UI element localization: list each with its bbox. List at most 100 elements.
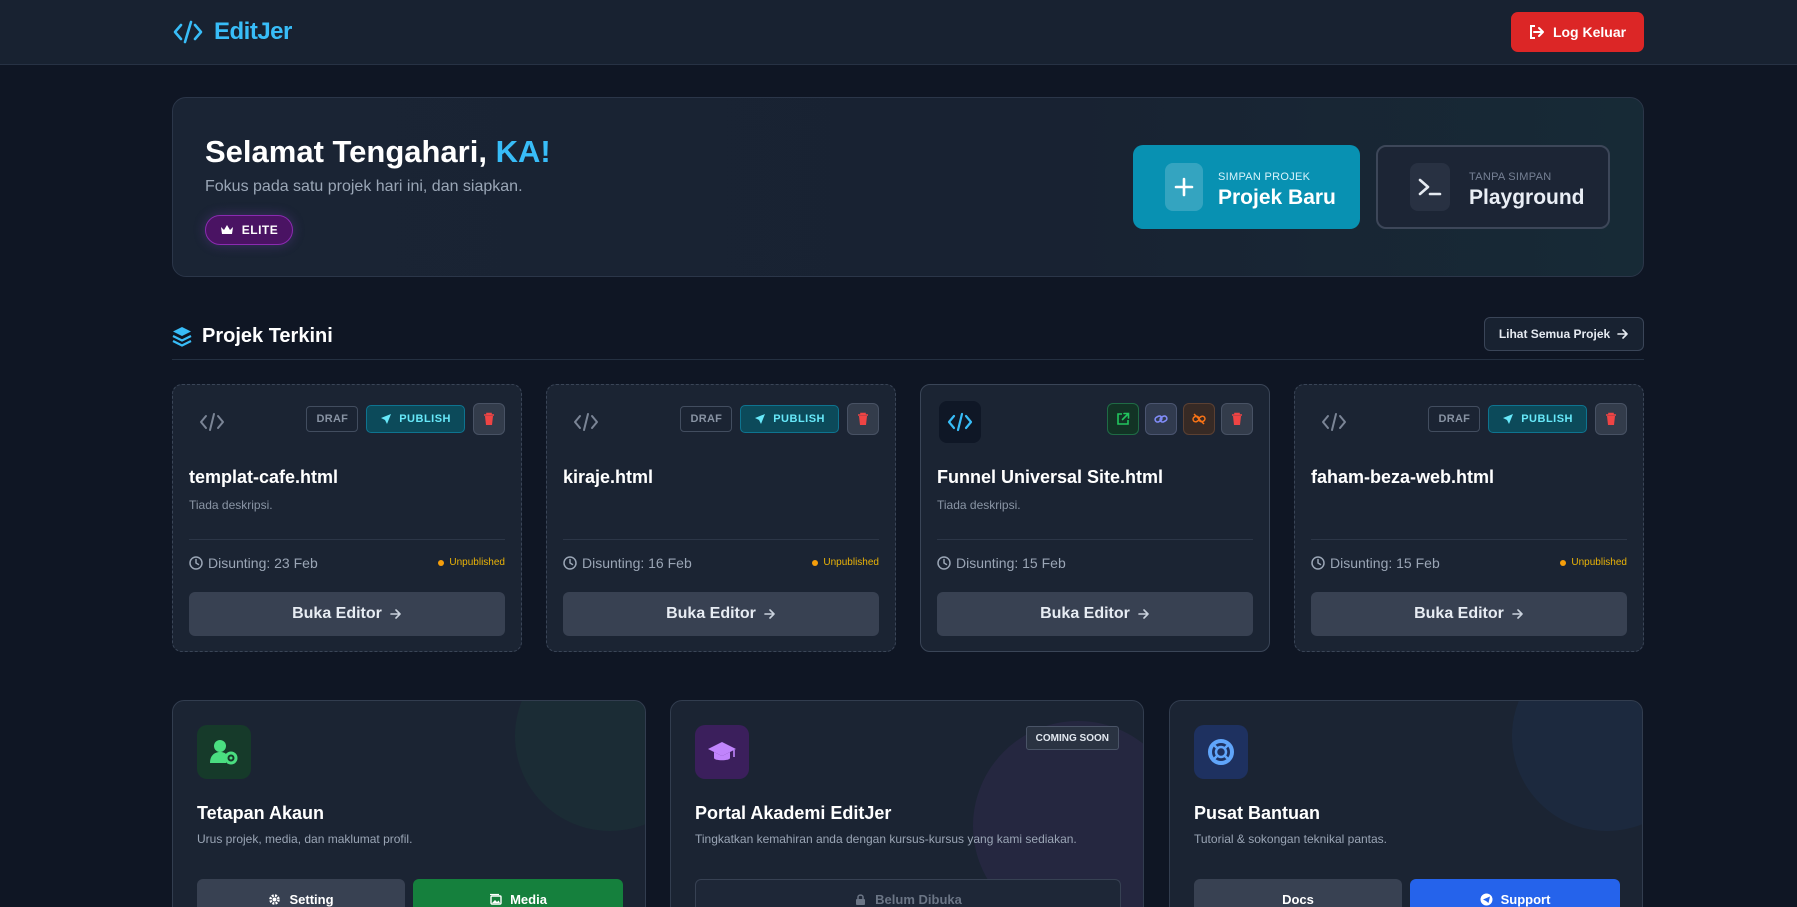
section-divider: [172, 359, 1644, 360]
arrow-right-icon: [764, 609, 775, 619]
code-icon: [565, 401, 607, 443]
decorative-circle: [515, 701, 645, 831]
account-description: Urus projek, media, dan maklumat profil.: [197, 832, 413, 846]
clock-icon: [937, 556, 951, 570]
terminal-icon: [1410, 163, 1450, 211]
arrow-right-icon: [390, 609, 401, 619]
media-button[interactable]: Media: [413, 879, 623, 907]
delete-button[interactable]: [1595, 403, 1627, 435]
clock-icon: [563, 556, 577, 570]
support-button[interactable]: Support: [1410, 879, 1620, 907]
card-divider: [1311, 539, 1627, 540]
status-badge: Unpublished: [1560, 557, 1627, 568]
unpublish-button[interactable]: [1183, 403, 1215, 435]
edited-date: Disunting: 15 Feb: [937, 555, 1066, 571]
open-editor-button[interactable]: Buka Editor: [1311, 592, 1627, 636]
open-editor-button[interactable]: Buka Editor: [563, 592, 879, 636]
trash-icon: [1232, 412, 1242, 425]
gear-icon: [269, 893, 281, 905]
docs-button[interactable]: Docs: [1194, 879, 1402, 907]
crown-icon: [220, 225, 233, 234]
publish-button[interactable]: PUBLISH: [740, 405, 839, 433]
user-gear-icon: [197, 725, 251, 779]
locked-label: Belum Dibuka: [875, 891, 962, 907]
draft-tag: DRAF: [1428, 406, 1481, 432]
see-all-projects-button[interactable]: Lihat Semua Projek: [1484, 317, 1644, 351]
status-dot: [1560, 559, 1567, 566]
edited-label: Disunting: 23 Feb: [208, 555, 318, 571]
publish-label: PUBLISH: [1521, 413, 1573, 425]
elite-badge: ELITE: [205, 215, 293, 245]
new-project-button[interactable]: SIMPAN PROJEK Projek Baru: [1133, 145, 1360, 229]
delete-button[interactable]: [847, 403, 879, 435]
draft-tag: DRAF: [306, 406, 359, 432]
elite-label: ELITE: [241, 223, 279, 237]
arrow-right-icon: [1138, 609, 1149, 619]
project-card: DRAF PUBLISH faham-beza-web.html Disunti…: [1294, 384, 1644, 652]
delete-button[interactable]: [473, 403, 505, 435]
layers-icon: [172, 326, 192, 347]
edited-label: Disunting: 15 Feb: [956, 555, 1066, 571]
academy-portal-card: COMING SOON Portal Akademi EditJer Tingk…: [670, 700, 1144, 907]
brand-name: EditJer: [214, 18, 292, 45]
status-label: Unpublished: [449, 557, 505, 568]
trash-icon: [1606, 412, 1616, 425]
status-dot: [438, 559, 445, 566]
logout-button[interactable]: Log Keluar: [1511, 12, 1644, 52]
setting-button[interactable]: Setting: [197, 879, 405, 907]
rocket-icon: [381, 414, 392, 424]
status-badge: Unpublished: [812, 557, 879, 568]
media-label: Media: [510, 891, 547, 907]
top-navbar: EditJer Log Keluar: [0, 0, 1797, 65]
open-editor-label: Buka Editor: [292, 605, 382, 622]
project-card: DRAF PUBLISH templat-cafe.html Tiada des…: [172, 384, 522, 652]
decorative-circle: [1512, 701, 1642, 831]
publish-button[interactable]: PUBLISH: [1488, 405, 1587, 433]
see-all-label: Lihat Semua Projek: [1498, 327, 1611, 341]
edited-date: Disunting: 16 Feb: [563, 555, 692, 571]
help-description: Tutorial & sokongan teknikal pantas.: [1194, 832, 1388, 846]
edited-label: Disunting: 15 Feb: [1330, 555, 1440, 571]
delete-button[interactable]: [1221, 403, 1253, 435]
code-icon: [939, 401, 981, 443]
greeting-title: Selamat Tengahari, KA!: [205, 134, 551, 170]
status-badge: Unpublished: [438, 557, 505, 568]
brand-logo[interactable]: EditJer: [172, 18, 292, 46]
open-editor-button[interactable]: Buka Editor: [189, 592, 505, 636]
academy-title: Portal Akademi EditJer: [695, 803, 892, 823]
open-editor-button[interactable]: Buka Editor: [937, 592, 1253, 636]
publish-label: PUBLISH: [773, 413, 825, 425]
life-ring-icon: [1194, 725, 1248, 779]
edited-date: Disunting: 23 Feb: [189, 555, 318, 571]
status-label: Unpublished: [823, 557, 879, 568]
copy-link-button[interactable]: [1145, 403, 1177, 435]
clock-icon: [189, 556, 203, 570]
project-card: DRAF PUBLISH kiraje.html Disunting: 16 F…: [546, 384, 896, 652]
code-icon: [173, 20, 203, 44]
trash-icon: [858, 412, 868, 425]
open-editor-label: Buka Editor: [1040, 605, 1130, 622]
logout-label: Log Keluar: [1552, 24, 1627, 40]
telegram-icon: [1480, 893, 1493, 905]
arrow-right-icon: [1617, 329, 1628, 339]
project-name: Funnel Universal Site.html: [937, 467, 1164, 487]
arrow-right-icon: [1512, 609, 1523, 619]
project-name: templat-cafe.html: [189, 467, 339, 487]
account-title: Tetapan Akaun: [197, 803, 325, 823]
greeting-text: Selamat Tengahari,: [205, 134, 487, 169]
user-name: KA!: [495, 134, 551, 169]
images-icon: [490, 893, 502, 905]
plus-icon: [1165, 163, 1203, 211]
clock-icon: [1311, 556, 1325, 570]
open-live-button[interactable]: [1107, 403, 1139, 435]
project-description: Tiada deskripsi.: [189, 498, 273, 512]
academy-description: Tingkatkan kemahiran anda dengan kursus-…: [695, 832, 1077, 846]
draft-tag: DRAF: [680, 406, 733, 432]
publish-button[interactable]: PUBLISH: [366, 405, 465, 433]
code-icon: [1313, 401, 1355, 443]
greeting-subtitle: Fokus pada satu projek hari ini, dan sia…: [205, 178, 523, 195]
playground-button[interactable]: TANPA SIMPAN Playground: [1376, 145, 1610, 229]
rocket-icon: [1503, 414, 1514, 424]
support-label: Support: [1500, 891, 1551, 907]
project-description: Tiada deskripsi.: [937, 498, 1021, 512]
